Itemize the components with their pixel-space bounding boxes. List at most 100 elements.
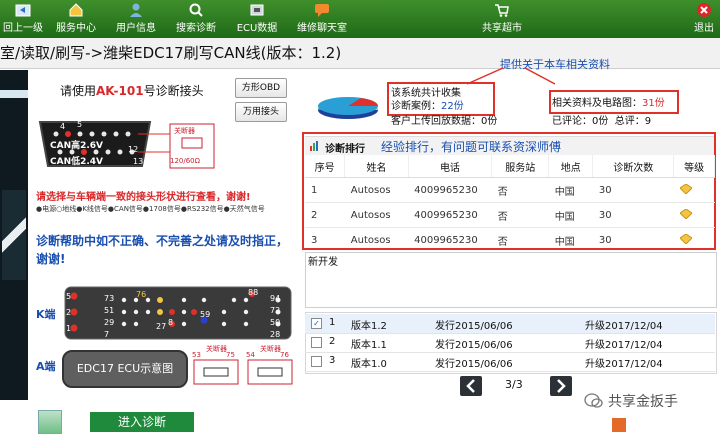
k-pin-label: 76 [136, 290, 147, 299]
table-row[interactable]: 2 Autosos 4009965230 否中国 30 [305, 202, 715, 228]
connector-panel: 请使用AK-101号诊断接头 方形OBD 万用接头 4 5 CAN高2.6V C… [30, 70, 298, 400]
annotation-arrows [466, 67, 556, 85]
rank-table-header: 序号 姓名 电话 服务站 地点 诊断次数 等级 [305, 155, 715, 178]
next-page-button[interactable] [550, 376, 572, 396]
toolbar-shared-market-button[interactable]: 共享超市 [474, 0, 530, 38]
review-info: 已评论：0份 总评：9 [552, 116, 652, 127]
help-note: 诊断帮助中如不正确、不完善之处请及时指正，谢谢! [36, 234, 289, 266]
toolbar-chat-room-button[interactable]: 维修聊天室 [290, 0, 354, 38]
version-checkbox[interactable]: ✓ [311, 318, 322, 329]
pin-4-label: 4 [60, 122, 66, 131]
table-row[interactable]: 1 Autosos 4009965230 否中国 30 [305, 177, 715, 203]
col-header: 等级 [673, 155, 715, 178]
diamond-icon [678, 182, 693, 195]
k-end-label: K端 [36, 308, 56, 321]
toolbar-service-center-button[interactable]: 服务中心 [50, 0, 102, 38]
pin-12-label: 12 [128, 145, 139, 154]
a-pin-label: 76 [280, 351, 289, 359]
can-high-label: CAN高2.6V [50, 141, 104, 151]
rank-table: 序号 姓名 电话 服务站 地点 诊断次数 等级 1 Autosos 40099652… [305, 155, 715, 253]
col-header: 姓名 [344, 155, 409, 178]
enter-diagnosis-button[interactable]: 进入诊断 [90, 412, 194, 432]
breadcrumb: 室/读取/刷写->潍柴EDC17刷写CAN线(版本：1.2) [0, 44, 342, 62]
strip-graphic [2, 190, 26, 280]
related-info: 相关资料及电路图：31份 [552, 98, 665, 109]
k-pin-label: 72 [270, 306, 281, 315]
terminator-label: 关断器 [174, 127, 195, 135]
connector-select-note: 请选择与车辆端一致的接头形状进行查看，谢谢! [36, 192, 251, 203]
strip-accent [0, 90, 28, 98]
a-terminator-label: 关断器 [206, 345, 227, 353]
k-pin-label: 2 [66, 308, 72, 317]
k-end-connector-diagram [64, 286, 292, 340]
diagnosis-doc-icon [38, 410, 62, 434]
k-pin-label: 5 [66, 292, 72, 301]
a-pin-label: 53 [192, 351, 201, 359]
diamond-icon [678, 232, 693, 245]
k-pin-label: 8 [168, 318, 174, 327]
col-header: 电话 [408, 155, 493, 178]
prev-page-button[interactable] [460, 376, 482, 396]
connector-model: AK-101 [96, 84, 144, 98]
top-toolbar: 回上一级 服务中心 用户信息 搜索诊断 ECU数据 维修聊天室 共享超市 退出 [0, 0, 720, 38]
connector-instruction: 请使用AK-101号诊断接头 [60, 84, 204, 98]
stats-uploads: 客户上传回放数据：0份 [391, 116, 498, 127]
col-header: 诊断次数 [592, 155, 675, 178]
chat-icon [315, 4, 329, 17]
wechat-icon [584, 393, 603, 408]
cart-icon [495, 4, 509, 17]
version-checkbox[interactable] [311, 356, 322, 367]
a-terminator-label: 关断器 [260, 345, 281, 353]
stats-chart-icon [318, 97, 378, 119]
k-pin-label: 73 [104, 294, 115, 303]
close-icon [697, 3, 711, 17]
k-pin-label: 7 [104, 330, 110, 339]
signal-legend: ●电源○地线●K线信号●CAN信号●1708信号●RS232信号●天然气信号 [36, 205, 265, 213]
back-icon [15, 4, 31, 17]
service-center-icon [69, 3, 83, 17]
toolbar-exit-button[interactable]: 退出 [688, 0, 720, 38]
diamond-icon [678, 207, 693, 220]
pin-59-label: 59 [200, 310, 211, 319]
logo-icon [612, 418, 626, 432]
a-pin-label: 75 [226, 351, 235, 359]
resistor-label: 120/60Ω [170, 157, 200, 165]
version-row[interactable]: 2 版本1.1 发行2015/06/06 升级2017/12/04 [305, 333, 715, 353]
ecu-diagram-label: EDC17 ECU示意图 [62, 350, 188, 388]
k-pin-label: 94 [270, 294, 281, 303]
col-header: 地点 [548, 155, 594, 178]
toolbar-back-button[interactable]: 回上一级 [0, 0, 46, 38]
new-development-area: 新开发 [305, 252, 717, 308]
toolbar-search-diagnosis-button[interactable]: 搜索诊断 [170, 0, 222, 38]
k-pin-label: 1 [66, 324, 72, 333]
version-checkbox[interactable] [311, 337, 322, 348]
pin-5-label: 5 [77, 120, 83, 129]
left-decorative-strip [0, 70, 28, 400]
pin-13-label: 13 [133, 157, 144, 166]
chevron-right-icon [557, 379, 566, 393]
k-pin-label: 29 [104, 318, 115, 327]
version-row[interactable]: ✓ 1 版本1.2 发行2015/06/06 升级2017/12/04 [305, 314, 715, 334]
k-pin-label: 51 [104, 306, 115, 315]
col-header: 服务站 [491, 155, 550, 178]
page-indicator: 3/3 [505, 378, 523, 391]
toolbar-user-info-button[interactable]: 用户信息 [110, 0, 162, 38]
col-header: 序号 [305, 155, 346, 178]
k-pin-label: 27 [156, 322, 167, 331]
page-title: 室/读取/刷写->潍柴EDC17刷写CAN线(版本：1.2) [0, 38, 720, 69]
version-row[interactable]: 3 版本1.0 发行2015/06/06 升级2017/12/04 [305, 352, 715, 372]
k-pin-label: 88 [248, 288, 259, 297]
can-low-label: CAN低2.4V [50, 157, 104, 167]
search-icon [189, 3, 203, 17]
watermark: 共享金扳手 [584, 390, 704, 412]
a-pin-label: 54 [246, 351, 255, 359]
user-info-icon [130, 3, 142, 17]
stats-cases: 诊断案例：22份 [391, 101, 464, 112]
toolbar-ecu-data-button[interactable]: ECU数据 [232, 0, 282, 38]
chevron-left-icon [466, 379, 475, 393]
square-obd-button[interactable]: 方形OBD [235, 78, 287, 98]
table-row[interactable]: 3 Autosos 4009965230 否中国 30 [305, 227, 715, 253]
a-end-label: A端 [36, 360, 56, 373]
k-pin-label: 50 [270, 318, 281, 327]
k-pin-label: 28 [270, 330, 281, 339]
